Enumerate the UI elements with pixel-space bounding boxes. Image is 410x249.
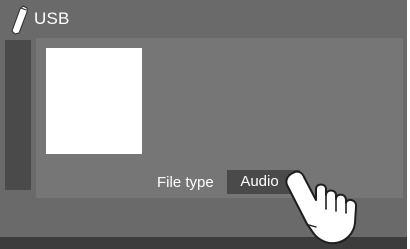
album-artwork bbox=[46, 48, 142, 154]
file-type-label: File type bbox=[157, 174, 214, 191]
page-title: USB bbox=[34, 9, 70, 28]
tap-hand-icon bbox=[285, 170, 358, 245]
source-side-strip[interactable] bbox=[5, 40, 31, 190]
title-bar: USB bbox=[0, 0, 407, 38]
usb-stick-icon bbox=[11, 5, 28, 35]
